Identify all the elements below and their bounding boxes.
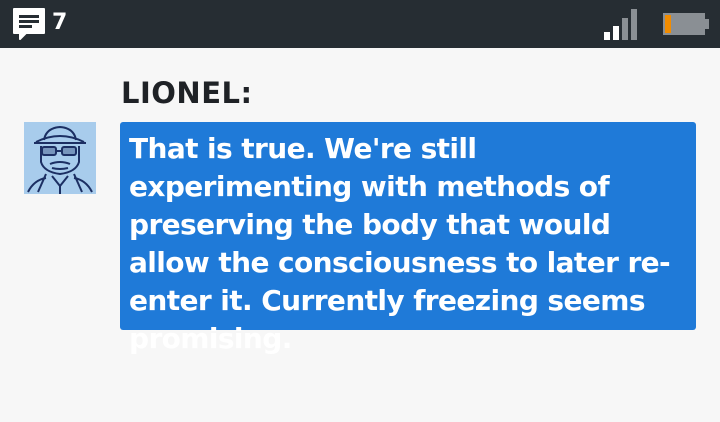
message-icon[interactable]: [12, 7, 48, 41]
speaker-name: LIONEL:: [121, 76, 253, 110]
battery-low-icon: [662, 12, 710, 36]
status-bar: 7: [0, 0, 720, 48]
dialogue-area: LIONEL: That is true. We're still experi…: [0, 48, 720, 422]
dialogue-message: That is true. We're still experimenting …: [129, 132, 671, 355]
notification-count: 7: [52, 10, 68, 35]
character-portrait-icon: [24, 122, 96, 194]
cellular-signal-icon: [602, 8, 642, 40]
dialogue-bubble[interactable]: That is true. We're still experimenting …: [120, 122, 696, 355]
